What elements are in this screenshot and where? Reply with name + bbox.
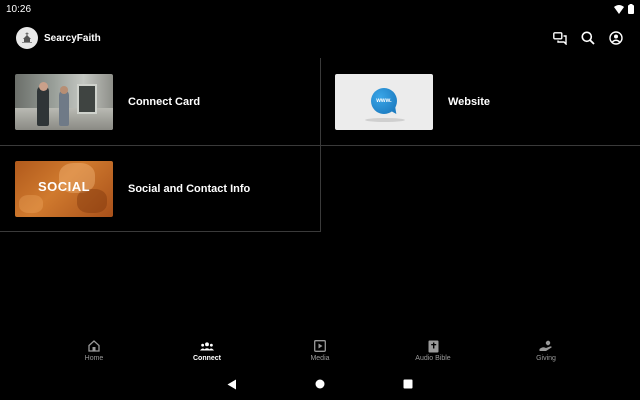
social-thumbnail: SOCIAL <box>15 160 113 217</box>
nav-media[interactable]: Media <box>264 334 377 368</box>
app-bar: SearcyFaith <box>0 18 640 58</box>
nav-giving-label: Giving <box>536 355 556 362</box>
nav-giving[interactable]: Giving <box>490 334 603 368</box>
www-bubble: www. <box>371 88 397 114</box>
search-icon[interactable] <box>580 30 596 46</box>
nav-connect-label: Connect <box>193 355 221 362</box>
status-time: 10:26 <box>6 3 32 15</box>
nav-media-label: Media <box>310 355 330 362</box>
recents-icon[interactable] <box>401 377 415 391</box>
bottom-nav: Home Connect Media Audio Bible Giving <box>0 334 640 368</box>
social-thumb-text: SOCIAL <box>38 178 91 194</box>
status-icons <box>614 4 634 14</box>
social-contact-tile[interactable]: SOCIAL Social and Contact Info <box>0 160 320 217</box>
app-name: SearcyFaith <box>44 32 101 44</box>
people-icon <box>200 340 214 352</box>
app-actions <box>552 30 624 46</box>
nav-home-label: Home <box>84 355 104 362</box>
home-circle-icon[interactable] <box>313 377 327 391</box>
nav-audio-bible-label: Audio Bible <box>415 355 451 362</box>
nav-connect[interactable]: Connect <box>151 334 264 368</box>
back-icon[interactable] <box>225 377 239 391</box>
connect-card-label: Connect Card <box>128 96 201 108</box>
bible-icon <box>426 340 440 352</box>
wifi-icon <box>614 4 624 14</box>
connect-card-tile[interactable]: Connect Card <box>0 74 320 130</box>
church-logo-icon <box>16 27 38 49</box>
grid-divider-bottom <box>0 231 320 232</box>
status-bar: 10:26 <box>0 0 640 18</box>
account-icon[interactable] <box>608 30 624 46</box>
battery-icon <box>628 4 634 14</box>
website-label: Website <box>448 96 490 108</box>
nav-audio-bible[interactable]: Audio Bible <box>377 334 490 368</box>
website-thumbnail: www. <box>335 74 433 130</box>
giving-hand-icon <box>539 340 553 352</box>
social-contact-label: Social and Contact Info <box>128 182 251 195</box>
play-icon <box>313 340 327 352</box>
home-icon <box>87 340 101 352</box>
nav-home[interactable]: Home <box>38 334 151 368</box>
connect-card-thumbnail <box>15 74 113 130</box>
brand[interactable]: SearcyFaith <box>16 27 101 49</box>
system-nav-bar <box>0 370 640 398</box>
messages-icon[interactable] <box>552 30 568 46</box>
website-tile[interactable]: www. Website <box>320 74 640 130</box>
grid-divider-horizontal <box>0 145 640 146</box>
